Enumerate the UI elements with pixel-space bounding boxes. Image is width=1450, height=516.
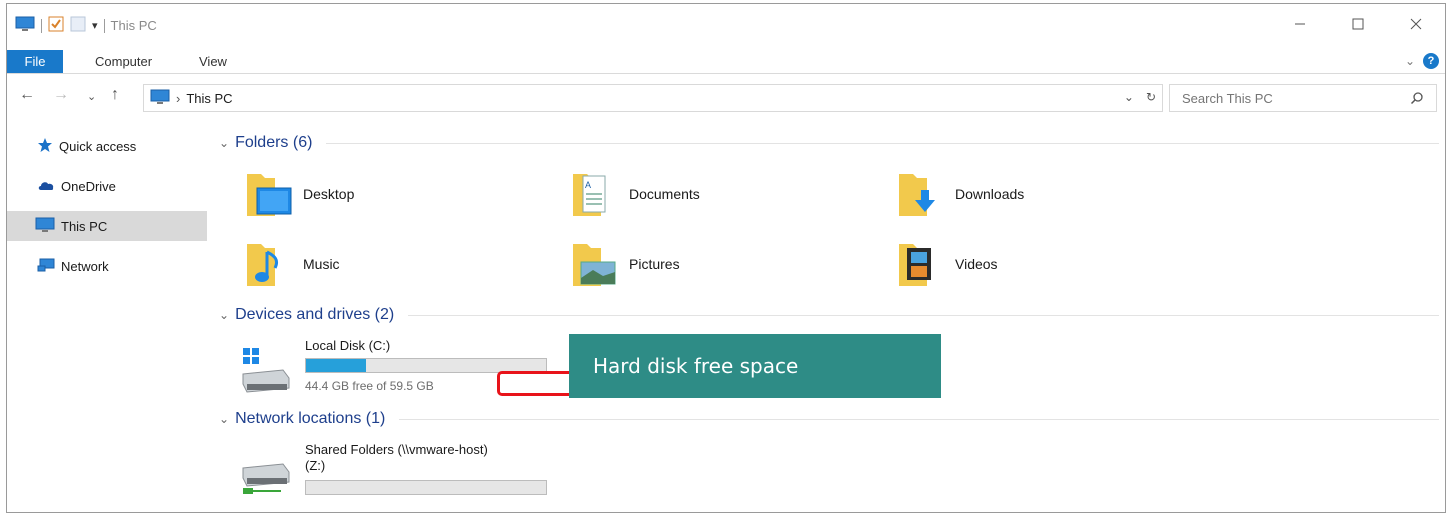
downloads-folder-icon — [897, 168, 945, 221]
network-location-shared-folders[interactable]: Shared Folders (\\vmware-host) (Z:) — [213, 442, 553, 502]
network-drive-icon — [239, 458, 291, 501]
folder-name: Pictures — [629, 256, 680, 272]
tab-computer[interactable]: Computer — [85, 50, 162, 73]
cloud-icon — [37, 179, 55, 194]
network-location-name: Shared Folders (\\vmware-host) — [305, 442, 488, 457]
star-icon — [37, 137, 53, 156]
folder-name: Downloads — [955, 186, 1025, 202]
file-explorer-window: ▾ This PC File Computer View ⌄ ? ← → ⌄ ↑… — [6, 3, 1446, 513]
address-bar[interactable]: › This PC ⌄ ↻ — [143, 84, 1163, 112]
sidebar-item-onedrive[interactable]: OneDrive — [7, 171, 207, 201]
music-folder-icon — [245, 238, 293, 291]
title-bar: ▾ This PC — [7, 4, 1445, 44]
hard-drive-icon — [241, 348, 291, 397]
network-location-letter: (Z:) — [305, 458, 326, 473]
breadcrumb[interactable]: This PC — [186, 91, 232, 106]
search-icon[interactable] — [1410, 91, 1424, 108]
folder-downloads[interactable]: Downloads — [897, 166, 1197, 222]
window-controls — [1271, 4, 1445, 44]
ribbon-tabs: File Computer View ⌄ ? — [7, 50, 1445, 74]
maximize-button[interactable] — [1329, 4, 1387, 44]
recent-locations-icon[interactable]: ⌄ — [87, 90, 96, 103]
group-label: Devices and drives (2) — [235, 306, 395, 323]
folder-desktop[interactable]: Desktop — [245, 166, 545, 222]
group-header-network[interactable]: ⌄ Network locations (1) — [219, 410, 1439, 428]
collapse-chevron-icon[interactable]: ⌄ — [219, 308, 229, 322]
desktop-folder-icon — [245, 168, 293, 221]
folder-documents[interactable]: A Documents — [571, 166, 871, 222]
search-input[interactable] — [1182, 90, 1402, 106]
drive-usage-bar — [305, 480, 547, 495]
search-box[interactable] — [1169, 84, 1437, 112]
sidebar-item-label: OneDrive — [61, 178, 116, 194]
sidebar-item-label: Quick access — [59, 138, 137, 154]
group-header-devices[interactable]: ⌄ Devices and drives (2) — [219, 306, 1439, 324]
sidebar-item-this-pc[interactable]: This PC — [7, 211, 207, 241]
quick-access-toolbar: ▾ This PC — [15, 16, 157, 35]
close-button[interactable] — [1387, 4, 1445, 44]
group-label: Folders (6) — [235, 134, 313, 151]
forward-arrow-icon[interactable]: → — [53, 86, 69, 104]
sidebar-item-quick-access[interactable]: Quick access — [7, 131, 207, 161]
pictures-folder-icon — [571, 238, 619, 291]
navigation-pane: Quick access OneDrive This PC Network — [7, 120, 207, 512]
help-icon[interactable]: ? — [1423, 53, 1439, 69]
properties-icon[interactable] — [48, 16, 64, 35]
computer-icon — [35, 217, 55, 236]
sidebar-item-network[interactable]: Network — [7, 251, 207, 281]
annotation-callout: Hard disk free space — [569, 334, 941, 398]
toolbar-separator — [41, 18, 42, 33]
folder-name: Desktop — [303, 186, 355, 202]
ribbon-right: ⌄ ? — [1405, 53, 1439, 69]
group-header-folders[interactable]: ⌄ Folders (6) — [219, 134, 1439, 152]
group-divider — [399, 418, 1439, 420]
collapse-chevron-icon[interactable]: ⌄ — [219, 412, 229, 426]
breadcrumb-chevron-icon[interactable]: › — [176, 91, 180, 106]
drive-free-space: 44.4 GB free of 59.5 GB — [305, 379, 434, 393]
documents-folder-icon: A — [571, 168, 619, 221]
navigation-bar: ← → ⌄ ↑ › This PC ⌄ ↻ — [7, 78, 1445, 116]
folder-pictures[interactable]: Pictures — [571, 236, 871, 292]
back-arrow-icon[interactable]: ← — [19, 86, 35, 104]
drive-name: Local Disk (C:) — [305, 338, 391, 353]
videos-folder-icon — [897, 238, 945, 291]
refresh-icon[interactable]: ↻ — [1146, 90, 1156, 104]
tab-view[interactable]: View — [189, 50, 237, 73]
folder-music[interactable]: Music — [245, 236, 545, 292]
drive-usage-fill — [306, 359, 366, 372]
svg-text:A: A — [585, 180, 591, 190]
new-folder-icon[interactable] — [70, 16, 86, 35]
network-icon — [37, 257, 55, 276]
group-label: Network locations (1) — [235, 410, 386, 427]
computer-icon[interactable] — [15, 16, 35, 35]
computer-icon — [150, 89, 170, 108]
window-title: This PC — [110, 18, 157, 33]
customize-toolbar-icon[interactable]: ▾ — [92, 19, 98, 32]
up-arrow-icon[interactable]: ↑ — [111, 86, 119, 104]
collapse-chevron-icon[interactable]: ⌄ — [219, 136, 229, 150]
group-divider — [326, 142, 1439, 144]
toolbar-separator — [103, 18, 105, 33]
folder-name: Videos — [955, 256, 998, 272]
folder-name: Documents — [629, 186, 700, 202]
address-bar-actions: ⌄ ↻ — [1124, 90, 1156, 104]
address-dropdown-icon[interactable]: ⌄ — [1124, 90, 1134, 104]
expand-ribbon-icon[interactable]: ⌄ — [1405, 54, 1415, 68]
sidebar-item-label: Network — [61, 258, 109, 274]
folder-videos[interactable]: Videos — [897, 236, 1197, 292]
tab-file[interactable]: File — [7, 50, 63, 73]
content-pane: ⌄ Folders (6) Desktop A Documents Downlo… — [211, 120, 1445, 512]
minimize-button[interactable] — [1271, 4, 1329, 44]
group-divider — [408, 314, 1439, 316]
folder-name: Music — [303, 256, 340, 272]
sidebar-item-label: This PC — [61, 218, 108, 234]
